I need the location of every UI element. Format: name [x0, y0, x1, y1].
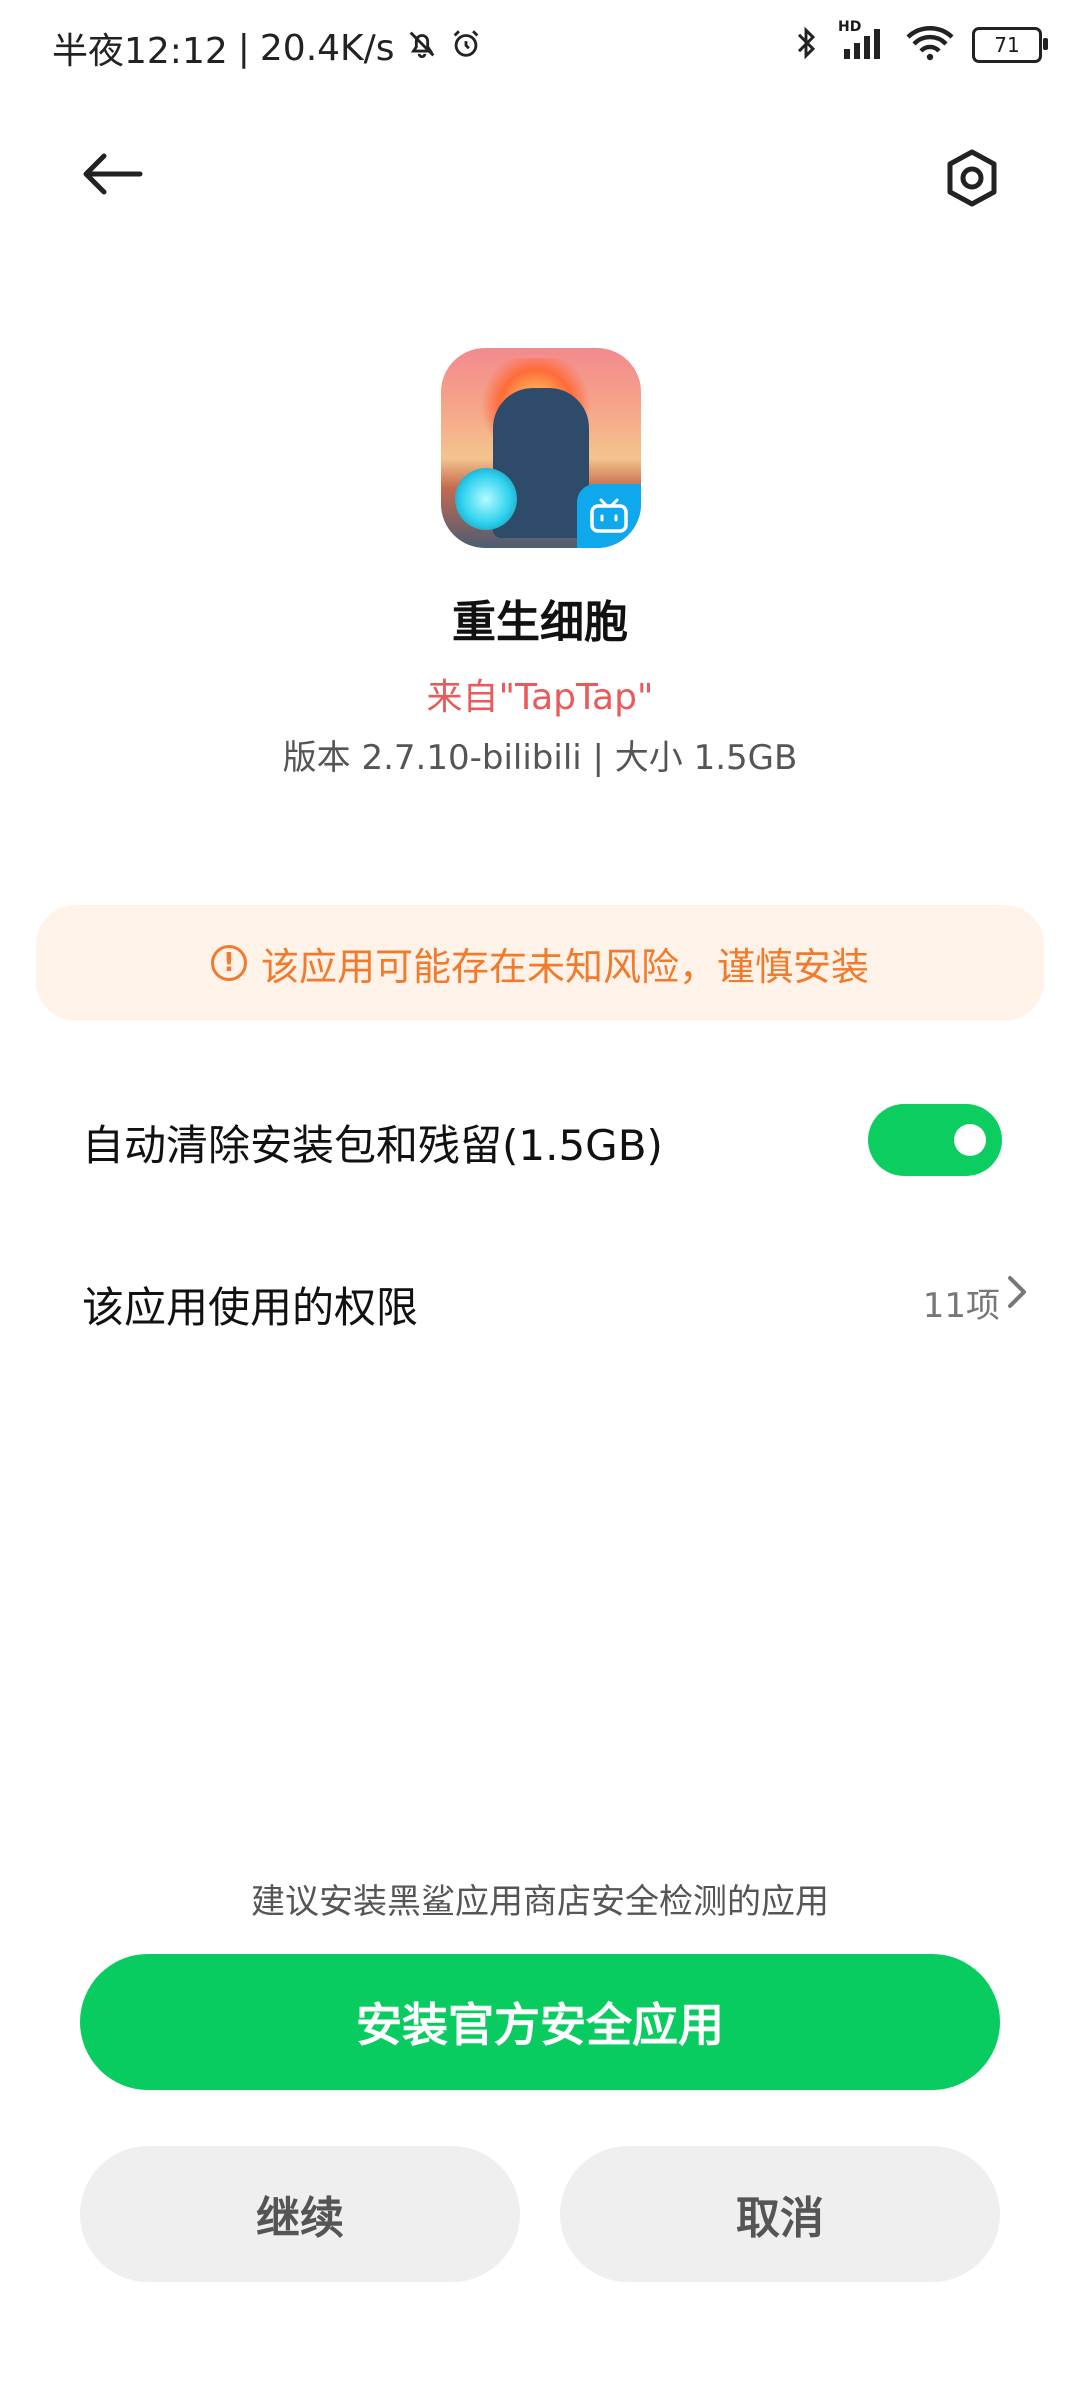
hexagon-settings-icon: [947, 149, 997, 207]
app-version-size: 版本 2.7.10-bilibili | 大小 1.5GB: [282, 738, 798, 778]
permissions-count: 11项: [922, 1286, 1000, 1326]
back-button[interactable]: [80, 150, 144, 202]
battery-icon: 71: [972, 27, 1048, 63]
battery-level: 71: [994, 33, 1020, 57]
app-icon-art-orb: [455, 468, 517, 530]
bilibili-badge-icon: [577, 484, 641, 548]
risk-warning-text: 该应用可能存在未知风险，谨慎安装: [260, 944, 869, 989]
auto-clean-toggle[interactable]: [868, 1104, 1002, 1176]
status-time: 半夜12:12: [52, 31, 228, 72]
app-name: 重生细胞: [452, 597, 628, 648]
app-source: 来自"TapTap": [426, 677, 654, 718]
chevron-right-icon: [1006, 1272, 1030, 1322]
toggle-knob: [954, 1124, 986, 1156]
risk-warning-banner: ! 该应用可能存在未知风险，谨慎安装: [36, 905, 1044, 1021]
cancel-button[interactable]: 取消: [560, 2146, 1000, 2282]
auto-clean-label: 自动清除安装包和残留(1.5GB): [82, 1121, 663, 1170]
network-speed: 20.4K/s: [259, 27, 395, 69]
app-icon: [441, 348, 641, 548]
network-type-label: HD: [838, 19, 862, 35]
alarm-icon: [449, 27, 483, 70]
settings-button[interactable]: [944, 148, 1000, 212]
warning-circle-icon: !: [210, 945, 247, 981]
status-separator: |: [237, 27, 250, 69]
install-official-button[interactable]: 安装官方安全应用: [80, 1954, 1000, 2090]
wifi-icon: [906, 25, 954, 65]
permissions-row[interactable]: 该应用使用的权限 11项: [0, 1250, 1080, 1350]
bell-off-icon: [405, 27, 439, 70]
status-bar-right: HD 71: [792, 19, 1048, 66]
bluetooth-icon: [792, 24, 820, 66]
signal-icon: HD: [838, 19, 888, 65]
install-hint: 建议安装黑鲨应用商店安全检测的应用: [251, 1882, 829, 1922]
status-bar-left: 半夜12:12 | 20.4K/s: [52, 22, 483, 74]
arrow-left-icon: [83, 153, 143, 195]
permissions-label: 该应用使用的权限: [82, 1283, 419, 1332]
continue-button[interactable]: 继续: [80, 2146, 520, 2282]
